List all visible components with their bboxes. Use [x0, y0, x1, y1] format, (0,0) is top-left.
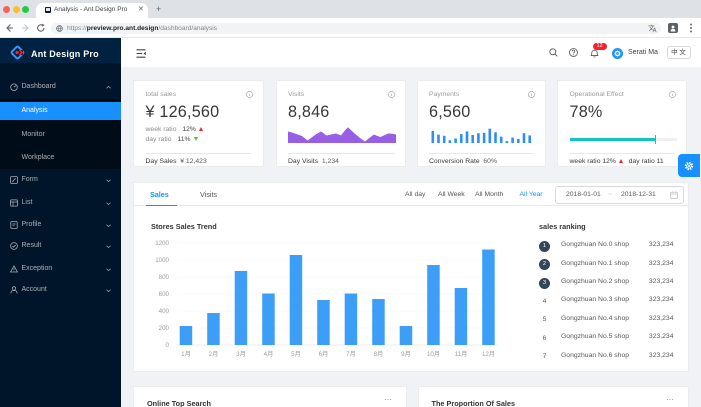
svg-text:1200: 1200 — [155, 240, 169, 247]
svg-text:2月: 2月 — [209, 351, 219, 358]
svg-text:3月: 3月 — [236, 351, 246, 358]
svg-text:8月: 8月 — [374, 351, 384, 358]
svg-text:9月: 9月 — [401, 351, 411, 358]
svg-text:4月: 4月 — [264, 351, 274, 358]
svg-text:200: 200 — [159, 325, 170, 332]
svg-text:10月: 10月 — [427, 351, 440, 358]
svg-text:5月: 5月 — [291, 351, 301, 358]
svg-text:12月: 12月 — [482, 351, 495, 358]
svg-text:1000: 1000 — [155, 257, 169, 264]
svg-text:1月: 1月 — [181, 351, 191, 358]
svg-text:600: 600 — [159, 291, 170, 298]
svg-text:0: 0 — [166, 342, 170, 349]
svg-text:11月: 11月 — [455, 351, 468, 358]
svg-text:400: 400 — [159, 308, 170, 315]
svg-text:6月: 6月 — [319, 351, 329, 358]
svg-text:800: 800 — [159, 274, 170, 281]
svg-text:7月: 7月 — [346, 351, 356, 358]
